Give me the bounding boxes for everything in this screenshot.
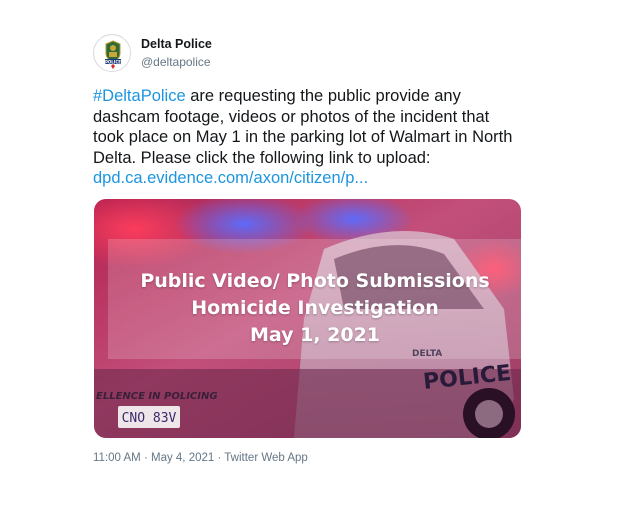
tweet-card: POLICE Delta Police @deltapolice #DeltaP… <box>0 0 640 526</box>
tweet-source[interactable]: Twitter Web App <box>224 452 308 464</box>
display-name[interactable]: Delta Police <box>141 37 212 51</box>
license-plate: CNO 83V <box>122 411 177 426</box>
bumper-text: ELLENCE IN POLICING <box>96 391 218 402</box>
meta-separator: · <box>140 452 151 464</box>
meta-separator-2: · <box>214 452 225 464</box>
svg-text:POLICE: POLICE <box>105 59 121 64</box>
tweet-date[interactable]: May 4, 2021 <box>151 452 214 464</box>
tweet-image[interactable]: POLICE DELTA ELLENCE IN POLICING CNO 83V <box>94 199 521 438</box>
tweet-metadata: 11:00 AM · May 4, 2021 · Twitter Web App <box>93 452 308 464</box>
avatar[interactable]: POLICE <box>93 34 131 72</box>
upload-link[interactable]: dpd.ca.evidence.com/axon/citizen/p... <box>93 169 368 187</box>
tweet-text: #DeltaPolice are requesting the public p… <box>93 86 523 189</box>
police-car-photo: POLICE DELTA ELLENCE IN POLICING CNO 83V <box>94 199 521 438</box>
tweet-time[interactable]: 11:00 AM <box>93 452 141 464</box>
user-handle[interactable]: @deltapolice <box>141 55 211 69</box>
delta-police-badge-icon: POLICE <box>95 36 130 71</box>
hashtag-link[interactable]: #DeltaPolice <box>93 87 186 105</box>
